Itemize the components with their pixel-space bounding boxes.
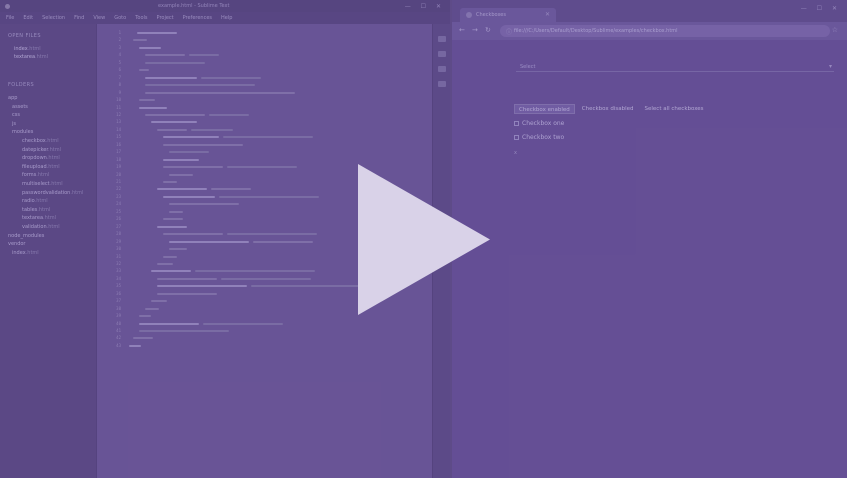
play-triangle[interactable] — [358, 164, 490, 315]
play-icon[interactable] — [358, 164, 490, 315]
